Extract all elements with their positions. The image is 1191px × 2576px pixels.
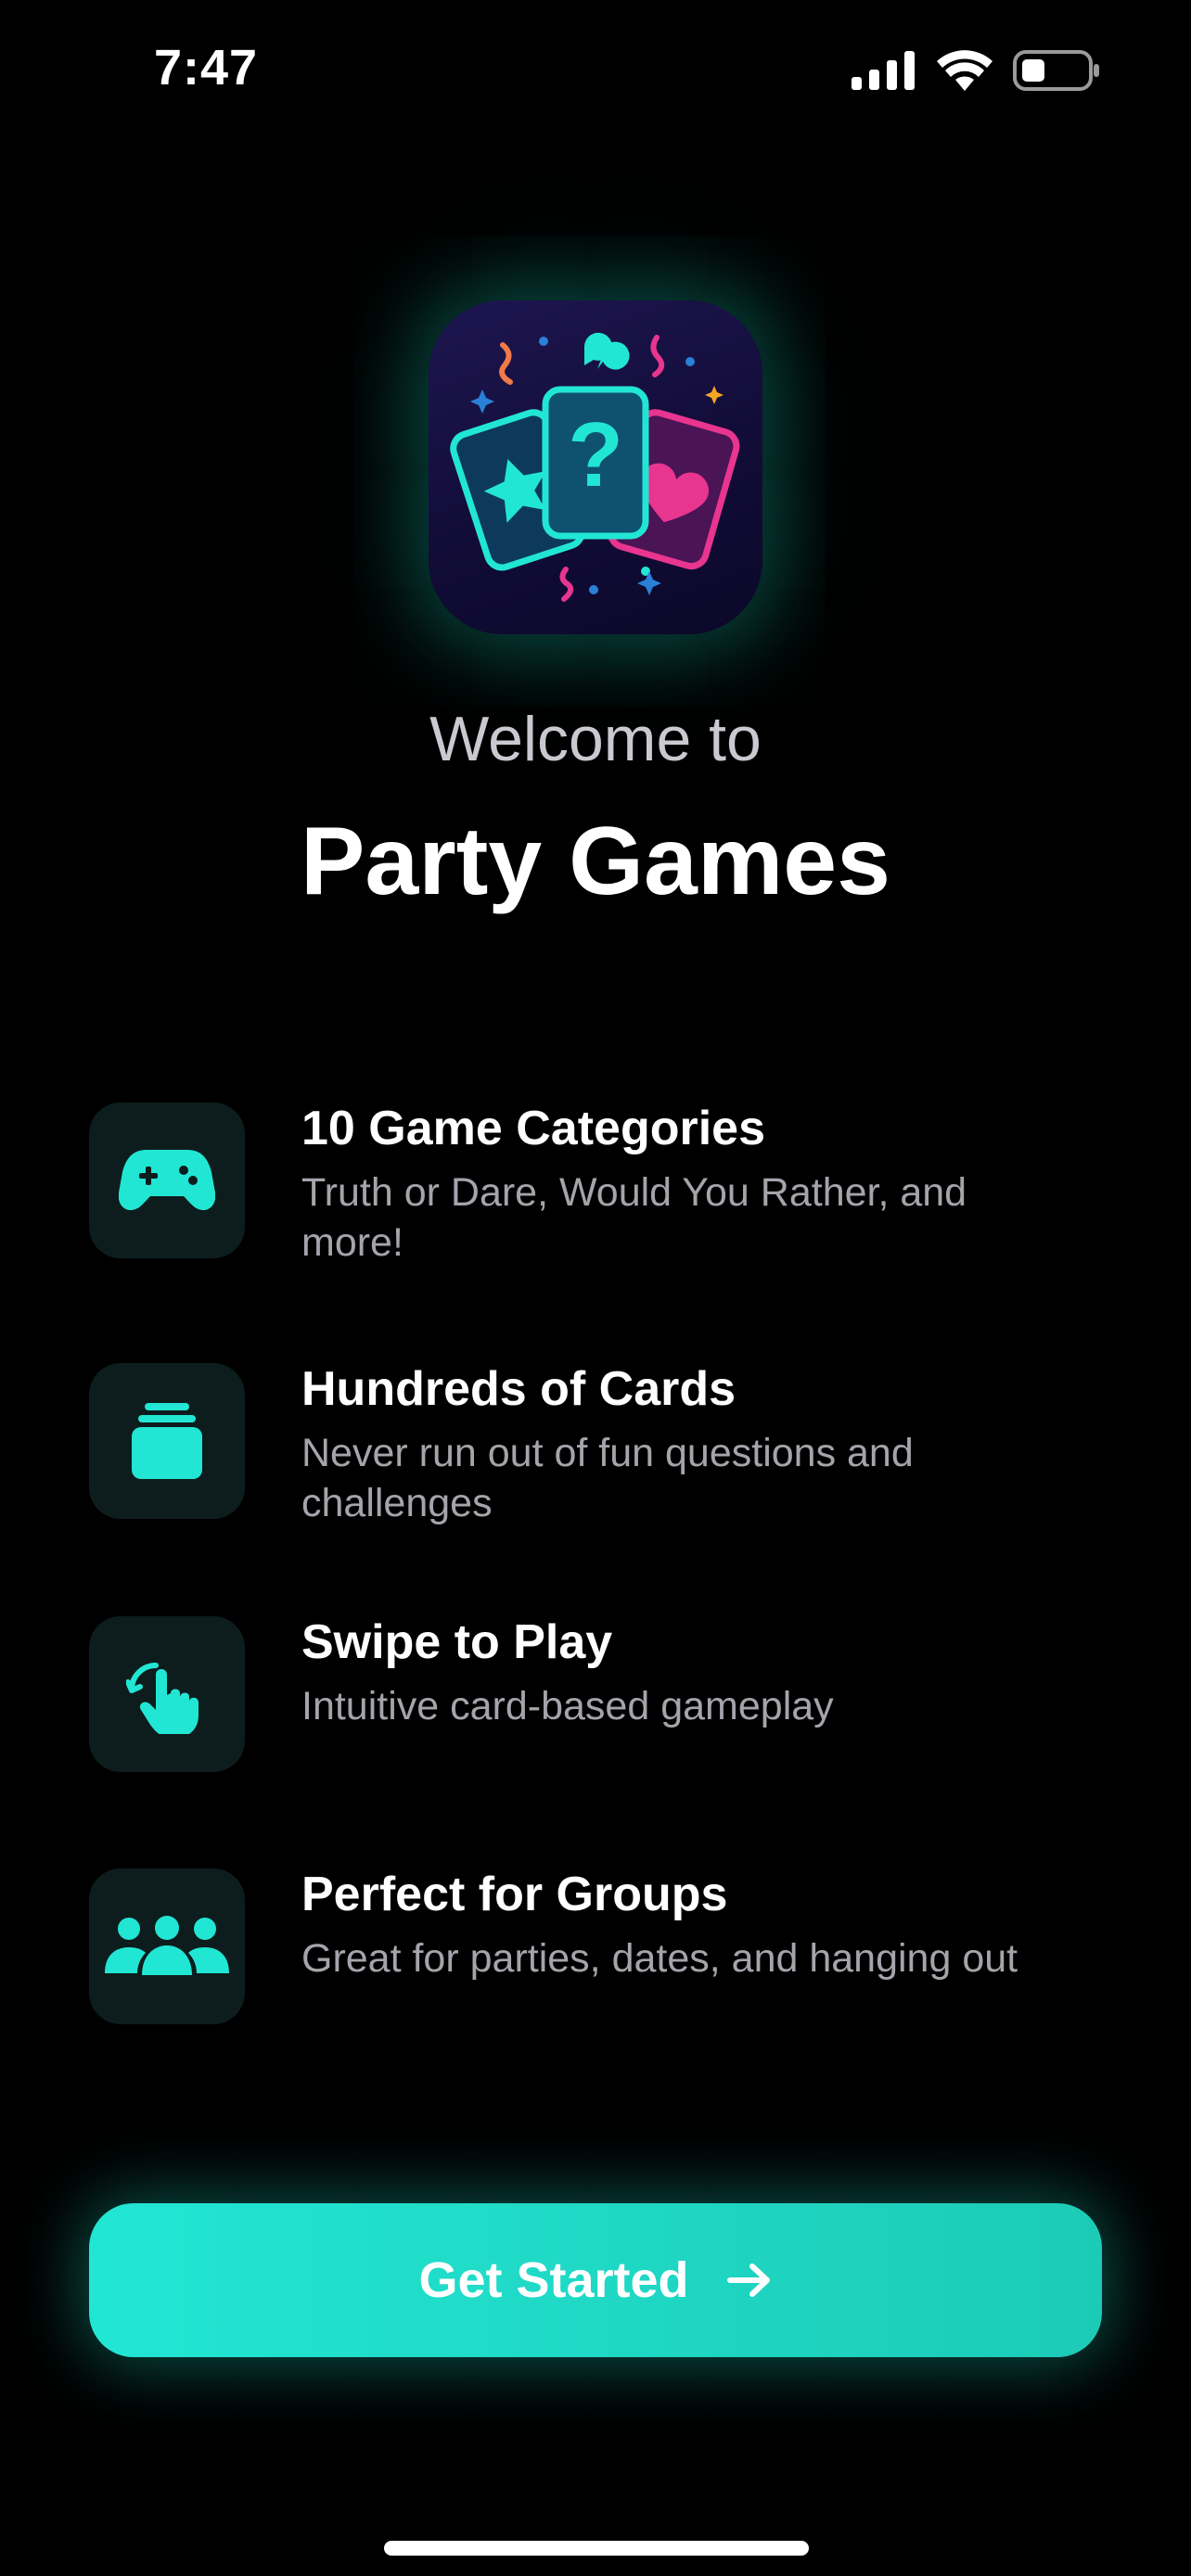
feature-title: Perfect for Groups — [301, 1868, 728, 1921]
app-icon-artwork: ? — [450, 332, 740, 602]
status-time: 7:47 — [154, 40, 259, 96]
app-title: Party Games — [301, 808, 890, 915]
feature-description: Truth or Dare, Would You Rather, and mor… — [301, 1170, 967, 1265]
cellular-signal-icon — [852, 51, 915, 90]
feature-title: Swipe to Play — [301, 1615, 613, 1669]
gamepad-icon — [119, 1150, 215, 1210]
home-indicator[interactable] — [384, 2541, 809, 2556]
svg-text:?: ? — [568, 403, 623, 505]
feature-description: Great for parties, dates, and hanging ou… — [301, 1936, 1018, 1981]
feature-title: Hundreds of Cards — [301, 1362, 736, 1416]
status-icons — [852, 48, 1100, 93]
status-bar: 7:47 — [0, 0, 1191, 139]
battery-icon — [1013, 50, 1099, 91]
feature-icon-tile — [89, 1868, 245, 2024]
card-stack-icon — [132, 1403, 202, 1479]
swipe-hand-icon — [126, 1663, 198, 1734]
feature-description: Never run out of fun questions and chall… — [301, 1431, 914, 1525]
arrow-right-icon — [726, 2264, 770, 2297]
wifi-icon — [937, 50, 992, 91]
group-people-icon — [105, 1916, 229, 1975]
get-started-button[interactable]: Get Started — [89, 2203, 1102, 2357]
welcome-greeting: Welcome to — [429, 704, 762, 774]
feature-icon-tile — [89, 1363, 245, 1519]
feature-icon-tile — [89, 1616, 245, 1772]
feature-title: 10 Game Categories — [301, 1102, 766, 1155]
get-started-label: Get Started — [418, 2252, 689, 2308]
feature-description: Intuitive card-based gameplay — [301, 1684, 834, 1728]
party-games-app-icon: ? — [429, 300, 762, 634]
feature-icon-tile — [89, 1103, 245, 1258]
